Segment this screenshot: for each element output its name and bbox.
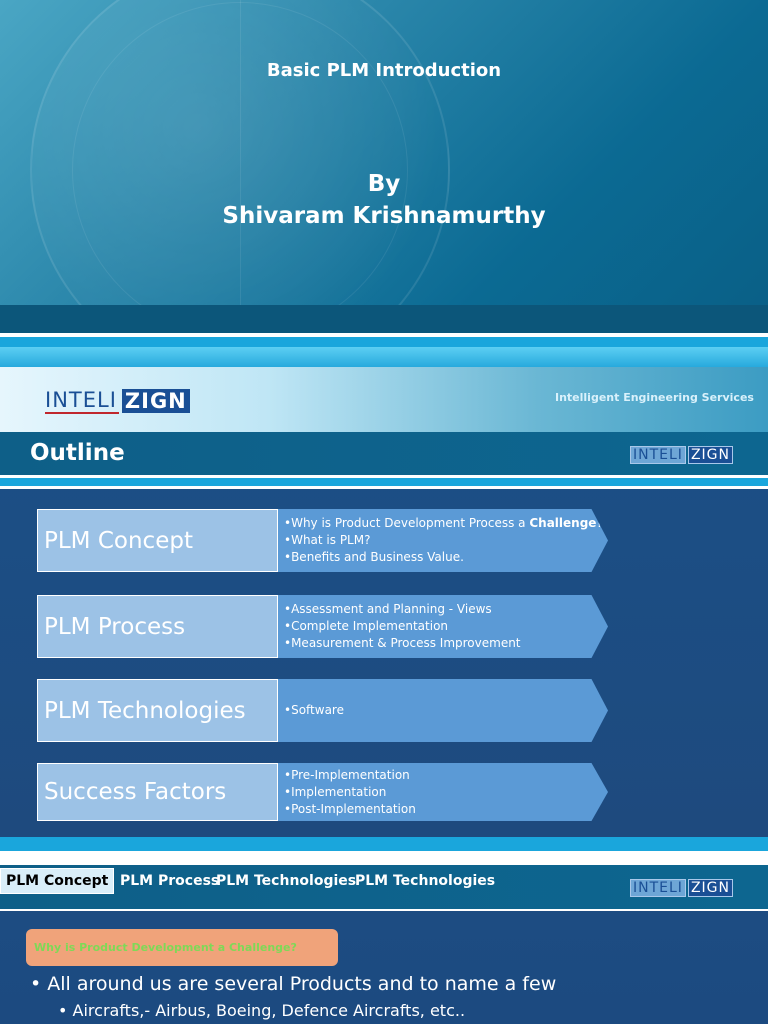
divider — [0, 478, 768, 486]
tab-plm-technologies[interactable]: PLM Technologies — [216, 868, 356, 894]
tab-plm-technologies-2[interactable]: PLM Technologies — [355, 868, 495, 894]
logo-text-right: ZIGN — [687, 879, 733, 897]
detail-item: •Implementation — [284, 784, 387, 799]
company-logo-small: INTELI ZIGN — [630, 446, 733, 464]
detail-item: •Measurement & Process Improvement — [284, 636, 521, 650]
detail-item: •Why is Product Development Process a Ch… — [284, 516, 603, 530]
divider — [0, 347, 768, 367]
bottom-band — [0, 305, 768, 333]
outline-row-label: PLM Concept — [37, 509, 278, 572]
detail-item: •What is PLM? — [284, 533, 371, 547]
globe-graphic — [30, 0, 450, 333]
outline-title: Outline — [30, 440, 125, 466]
company-logo: INTELI ZIGN — [45, 388, 190, 414]
outline-row-label: PLM Process — [37, 595, 278, 658]
outline-row-details: •Assessment and Planning - Views •Comple… — [278, 595, 608, 658]
divider — [0, 837, 768, 851]
outline-row-details: •Pre-Implementation •Implementation •Pos… — [278, 763, 608, 821]
tab-plm-process[interactable]: PLM Process — [120, 868, 219, 894]
author-block: By Shivaram Krishnamurthy — [0, 168, 768, 232]
outline-row-details: •Software — [278, 679, 608, 742]
divider — [0, 337, 768, 347]
divider — [0, 909, 768, 911]
title-slide: Basic PLM Introduction By Shivaram Krish… — [0, 0, 768, 333]
detail-item: •Software — [284, 703, 344, 717]
detail-item: •Benefits and Business Value. — [284, 550, 464, 564]
detail-item: •Assessment and Planning - Views — [284, 602, 492, 616]
logo-text-left: INTELI — [630, 879, 686, 897]
outline-row-details: •Why is Product Development Process a Ch… — [278, 509, 608, 572]
logo-text-right: ZIGN — [121, 389, 190, 413]
outline-row-label: Success Factors — [37, 763, 278, 821]
detail-item: •Complete Implementation — [284, 619, 449, 633]
logo-text-right: ZIGN — [687, 446, 733, 464]
logo-text-left: INTELI — [45, 388, 119, 414]
company-tagline: Intelligent Engineering Services — [555, 391, 754, 404]
divider — [0, 851, 768, 865]
detail-item: •Post-Implementation — [284, 801, 416, 816]
company-logo-small: INTELI ZIGN — [630, 879, 733, 897]
presentation-title: Basic PLM Introduction — [266, 60, 502, 81]
outline-row-label: PLM Technologies — [37, 679, 278, 742]
bullet-main: • All around us are several Products and… — [30, 973, 557, 995]
question-callout: Why is Product Development a Challenge? — [26, 929, 338, 966]
divider — [0, 486, 768, 489]
bullet-sub: • Aircrafts,- Airbus, Boeing, Defence Ai… — [58, 1001, 466, 1020]
logo-text-left: INTELI — [630, 446, 686, 464]
by-label: By — [367, 171, 401, 197]
tab-plm-concept[interactable]: PLM Concept — [0, 868, 115, 894]
author-name: Shivaram Krishnamurthy — [222, 203, 546, 229]
detail-item: •Pre-Implementation — [284, 767, 410, 782]
